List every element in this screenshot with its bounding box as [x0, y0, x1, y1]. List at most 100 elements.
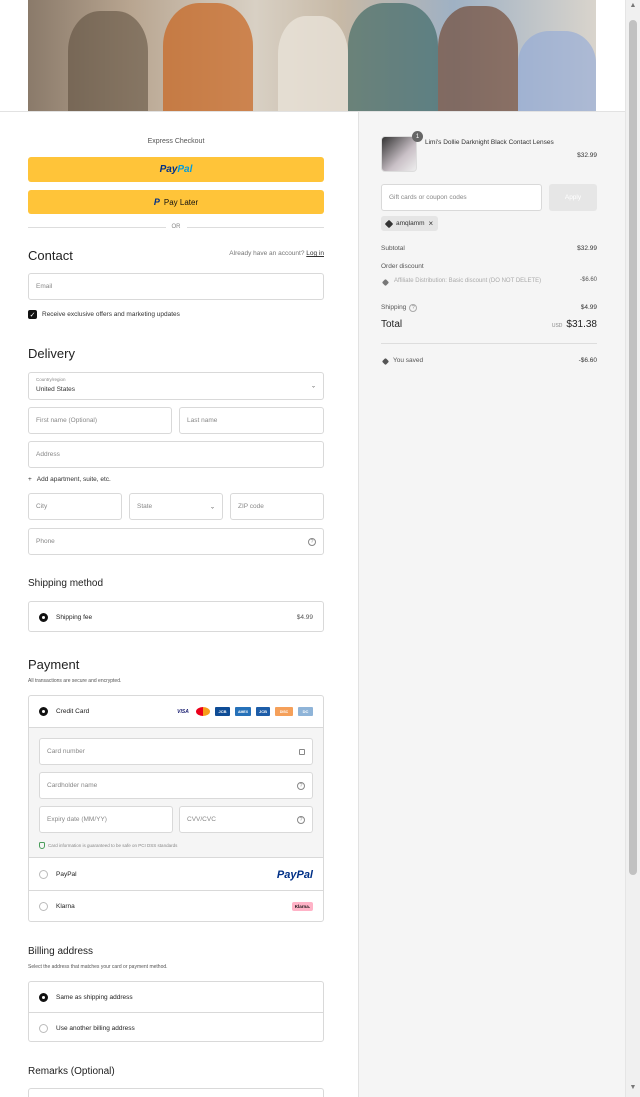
banner-figure — [278, 16, 348, 111]
scroll-up-icon[interactable]: ▲ — [629, 2, 637, 9]
cardholder-placeholder: Cardholder name — [47, 782, 98, 789]
payment-methods-box: Credit Card VISA MC JCB AMEX JCB DISC DC… — [28, 695, 324, 922]
product-name: Limi's Dollie Darknight Black Contact Le… — [425, 139, 554, 146]
card-number-input[interactable]: Card number — [39, 738, 313, 765]
banner-figure — [438, 6, 518, 111]
paypal-option-label: PayPal — [56, 871, 77, 878]
shield-icon — [39, 842, 45, 849]
radio-selected-icon[interactable] — [39, 707, 48, 716]
coupon-tag-label: amqlamm — [396, 220, 425, 227]
radio-selected-icon[interactable] — [39, 992, 48, 1002]
radio-selected-icon[interactable] — [39, 613, 48, 622]
credit-card-option[interactable]: Credit Card VISA MC JCB AMEX JCB DISC DC — [29, 696, 323, 727]
banner-figure — [518, 31, 596, 111]
radio-unselected-icon[interactable] — [39, 902, 48, 911]
express-checkout-title: Express Checkout — [147, 138, 205, 145]
address-input[interactable]: Address — [28, 441, 324, 468]
billing-address-heading: Billing address — [28, 946, 94, 957]
product-price: $32.99 — [577, 152, 597, 159]
phone-input[interactable]: Phone ? — [28, 528, 324, 555]
jcb-icon: JCB — [256, 707, 270, 716]
mastercard-icon: MC — [196, 707, 210, 716]
shipping-option-price: $4.99 — [296, 614, 313, 621]
card-brand-logos: VISA MC JCB AMEX JCB DISC DC — [175, 707, 313, 716]
billing-other-option[interactable]: Use another billing address — [29, 1013, 323, 1043]
state-placeholder: State — [137, 503, 153, 510]
scrollbar-thumb[interactable] — [629, 20, 637, 875]
page-scrollbar[interactable]: ▲ ▼ — [625, 0, 640, 1097]
city-placeholder: City — [36, 503, 48, 510]
marketing-optin[interactable]: ✓ Receive exclusive offers and marketing… — [28, 310, 180, 319]
expiry-input[interactable]: Expiry date (MM/YY) — [39, 806, 173, 833]
close-icon[interactable]: × — [429, 219, 434, 228]
remarks-heading: Remarks (Optional) — [28, 1066, 115, 1077]
coupon-placeholder: Gift cards or coupon codes — [389, 194, 467, 201]
billing-other-label: Use another billing address — [56, 1024, 135, 1032]
scroll-down-icon[interactable]: ▼ — [629, 1084, 637, 1091]
pay-later-button[interactable]: P Pay Later — [28, 190, 324, 214]
subtotal-label: Subtotal — [381, 245, 405, 252]
subtotal-row: Subtotal $32.99 — [381, 245, 597, 252]
shipping-label: Shipping — [381, 304, 407, 311]
chevron-down-icon: ⌄ — [209, 504, 215, 510]
last-name-input[interactable]: Last name — [179, 407, 324, 434]
paypal-express-button[interactable]: Pay Pal — [28, 157, 324, 182]
country-value: United States — [36, 386, 76, 393]
zip-input[interactable]: ZIP code — [230, 493, 324, 520]
order-discount-row: Order discount — [381, 263, 597, 270]
paypal-option[interactable]: PayPal PayPal — [29, 859, 323, 890]
apply-button[interactable]: Apply — [549, 184, 597, 211]
help-icon[interactable]: ? — [297, 781, 305, 790]
checkout-form: Express Checkout Pay Pal P Pay Later OR C… — [0, 112, 358, 1097]
address-placeholder: Address — [36, 451, 60, 458]
credit-card-label: Credit Card — [56, 708, 90, 715]
expiry-placeholder: Expiry date (MM/YY) — [47, 816, 107, 823]
first-name-placeholder: First name (Optional) — [36, 417, 98, 424]
banner-figure — [348, 3, 438, 111]
country-label: Country/region — [36, 377, 66, 382]
first-name-input[interactable]: First name (Optional) — [28, 407, 172, 434]
coupon-input[interactable]: Gift cards or coupon codes — [381, 184, 542, 211]
shipping-option[interactable]: Shipping fee $4.99 — [29, 602, 323, 633]
help-icon[interactable]: ? — [297, 815, 305, 824]
paypal-logo-part: Pay — [159, 164, 178, 175]
lock-icon — [299, 748, 305, 755]
tag-icon — [384, 219, 394, 228]
payment-subtitle: All transactions are secure and encrypte… — [28, 678, 122, 684]
help-icon[interactable]: ? — [409, 304, 418, 312]
quantity-badge: 1 — [412, 131, 423, 142]
header-banner-image — [28, 0, 596, 111]
klarna-logo: Klarna. — [291, 902, 313, 911]
radio-unselected-icon[interactable] — [39, 870, 48, 879]
cvv-input[interactable]: CVV/CVC ? — [179, 806, 313, 833]
shipping-method-heading: Shipping method — [28, 578, 104, 589]
check-icon[interactable]: ✓ — [28, 310, 37, 319]
summary-divider — [381, 343, 597, 344]
have-account-text: Already have an account? — [229, 250, 305, 257]
paypal-logo: PayPal — [276, 868, 313, 881]
payment-heading: Payment — [28, 657, 80, 672]
discount-value: -$6.60 — [579, 277, 597, 283]
shipping-option-label: Shipping fee — [56, 614, 93, 621]
login-link[interactable]: Log in — [306, 250, 324, 257]
help-icon[interactable]: ? — [308, 537, 316, 546]
city-input[interactable]: City — [28, 493, 122, 520]
add-apartment-link[interactable]: + Add apartment, suite, etc. — [28, 476, 111, 483]
total-label: Total — [381, 319, 403, 330]
state-select[interactable]: State ⌄ — [129, 493, 223, 520]
diners-icon: DC — [298, 707, 313, 716]
email-input[interactable]: Email — [28, 273, 324, 300]
secure-note-text: Card information is guaranteed to be saf… — [48, 843, 178, 848]
shipping-row: Shipping ? $4.99 — [381, 304, 597, 312]
remarks-input[interactable] — [28, 1088, 324, 1097]
radio-unselected-icon[interactable] — [39, 1023, 48, 1033]
secure-note: Card information is guaranteed to be saf… — [39, 842, 177, 849]
order-summary: 1 Limi's Dollie Darknight Black Contact … — [358, 112, 625, 1097]
billing-same-option[interactable]: Same as shipping address — [29, 982, 323, 1012]
cardholder-name-input[interactable]: Cardholder name ? — [39, 772, 313, 799]
country-select[interactable]: Country/region United States ⌄ — [28, 372, 324, 400]
credit-card-form: Card number Cardholder name ? Expiry dat… — [29, 727, 323, 858]
tag-icon — [381, 357, 390, 366]
klarna-option[interactable]: Klarna Klarna. — [29, 891, 323, 922]
paypal-logo-part: Pal — [177, 164, 193, 175]
